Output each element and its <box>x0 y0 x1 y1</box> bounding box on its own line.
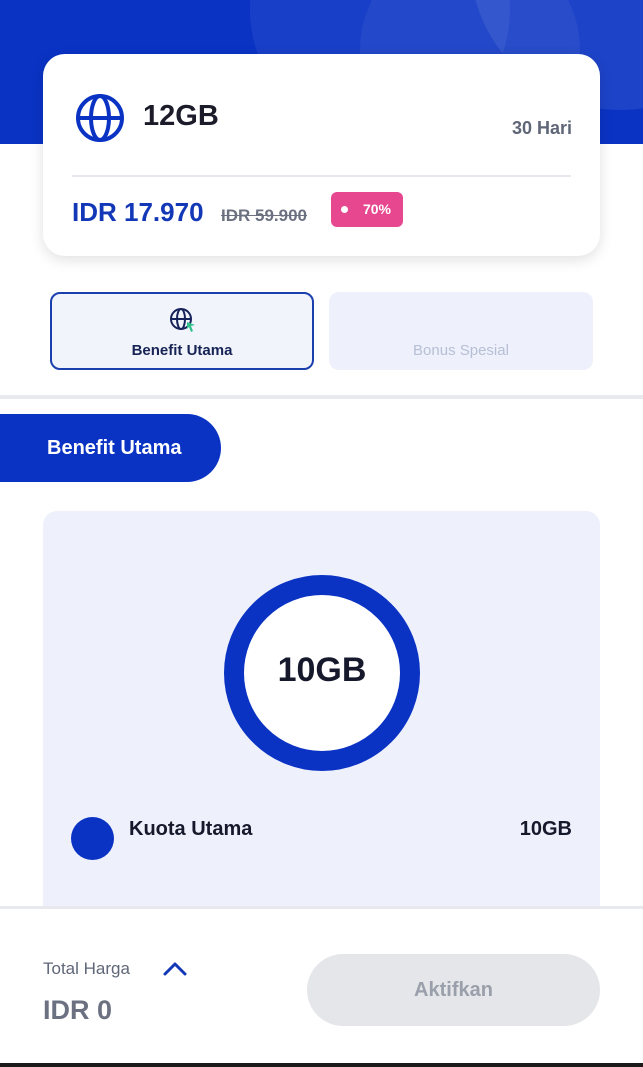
package-card: 12GB 30 Hari IDR 17.970 IDR 59.900 70% <box>43 54 600 256</box>
benefit-panel: 10GB Kuota Utama 10GB <box>43 511 600 911</box>
donut-total-label: 10GB <box>277 651 367 689</box>
globe-cursor-icon <box>170 308 195 332</box>
badge-dot <box>341 206 348 213</box>
globe-icon <box>76 94 124 142</box>
section-title: Benefit Utama <box>0 414 221 482</box>
package-size: 12GB <box>143 100 219 132</box>
total-price-value: IDR 0 <box>43 995 113 1025</box>
package-old-price: IDR 59.900 <box>221 206 307 225</box>
discount-label: 70% <box>362 201 391 217</box>
section-divider <box>0 395 643 399</box>
tab-label: Benefit Utama <box>131 342 233 359</box>
tab-benefit-utama[interactable]: Benefit Utama <box>50 292 314 370</box>
tab-label: Bonus Spesial <box>413 342 509 359</box>
bottom-bar: Total Harga IDR 0 Aktifkan <box>0 906 643 1067</box>
chevron-up-icon[interactable] <box>162 959 188 977</box>
tab-bonus-spesial[interactable]: Bonus Spesial <box>329 292 593 370</box>
discount-badge: 70% <box>331 192 403 227</box>
legend-dot <box>71 817 114 860</box>
package-price: IDR 17.970 <box>72 197 204 227</box>
divider <box>72 175 571 177</box>
activate-button[interactable]: Aktifkan <box>307 954 600 1026</box>
legend-item-value: 10GB <box>519 818 572 840</box>
package-duration: 30 Hari <box>511 118 572 138</box>
legend-item-name: Kuota Utama <box>129 818 253 840</box>
total-price-label: Total Harga <box>43 959 130 978</box>
screen-bottom-edge <box>0 1063 643 1067</box>
